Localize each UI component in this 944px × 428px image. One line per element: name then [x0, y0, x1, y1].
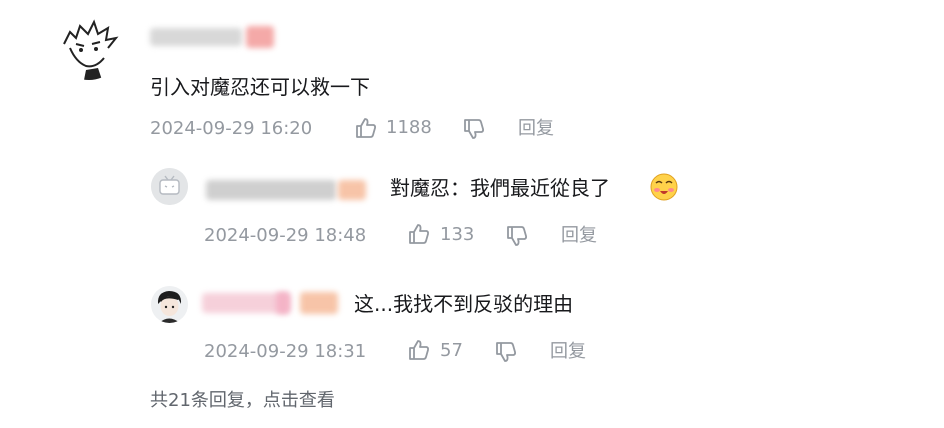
like-icon[interactable]: [354, 116, 378, 140]
reply-timestamp: 2024-09-29 18:31: [204, 341, 367, 362]
reply-timestamp: 2024-09-29 18:48: [204, 225, 367, 246]
comment-text: 引入对魔忍还可以救一下: [150, 75, 370, 99]
avatar[interactable]: [151, 286, 188, 323]
dislike-icon[interactable]: [462, 117, 486, 141]
reply-text: 對魔忍：我們最近從良了: [390, 176, 610, 200]
username-blurred[interactable]: [204, 176, 370, 202]
avatar[interactable]: [56, 14, 122, 80]
reply-button[interactable]: 回复: [550, 341, 586, 363]
like-icon[interactable]: [407, 222, 431, 246]
username-blurred[interactable]: [150, 24, 280, 50]
username-blurred[interactable]: [200, 289, 344, 315]
default-tv-avatar-icon: [151, 168, 188, 205]
dislike-icon[interactable]: [505, 224, 529, 248]
reply-button[interactable]: 回复: [518, 118, 554, 140]
person-avatar-icon: [151, 286, 188, 323]
view-more-replies-link[interactable]: 共21条回复，点击查看: [150, 390, 335, 412]
reply-button[interactable]: 回复: [561, 225, 597, 247]
dislike-icon[interactable]: [494, 340, 518, 364]
like-count: 133: [440, 224, 475, 245]
like-icon[interactable]: [407, 338, 431, 362]
avatar[interactable]: [151, 168, 188, 205]
comment-timestamp: 2024-09-29 16:20: [150, 118, 313, 139]
emoji-face-icon: [650, 173, 678, 201]
anime-avatar-icon: [56, 14, 122, 80]
like-count: 57: [440, 340, 463, 361]
reply-text: 这...我找不到反驳的理由: [354, 292, 574, 316]
like-count: 1188: [386, 117, 432, 138]
